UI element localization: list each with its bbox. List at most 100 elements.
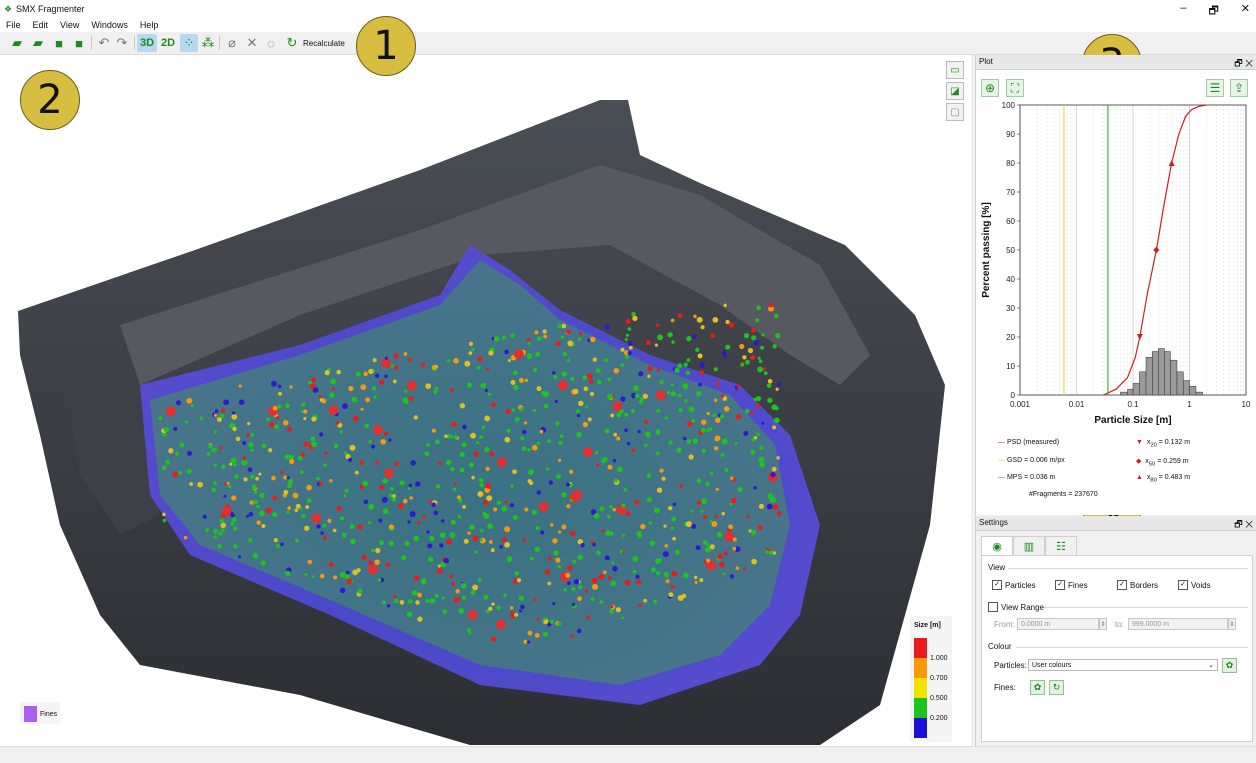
particle [592, 542, 596, 547]
eye-icon[interactable]: ◉ [981, 536, 1013, 556]
particle [406, 611, 413, 618]
particle [606, 514, 611, 519]
particle [316, 476, 320, 481]
frame-view-icon[interactable]: ▢ [946, 103, 964, 121]
3d-viewport[interactable]: ▭ ◪ ▢ Fines Size [m] 1.000 0.700 0.500 0… [0, 55, 971, 746]
view-range-checkbox[interactable]: View Range [988, 602, 1044, 612]
open-folder-icon[interactable]: ▰ [8, 34, 26, 52]
save-icon[interactable]: ■ [50, 34, 68, 52]
pit-model-render[interactable] [0, 55, 971, 746]
particle [280, 470, 284, 475]
particle [437, 568, 443, 574]
particle [453, 435, 458, 440]
plot-settings-icon[interactable]: ☰ [1206, 79, 1224, 97]
camera-icon[interactable]: ▭ [946, 61, 964, 79]
particle [276, 416, 280, 420]
particle [268, 421, 275, 428]
fines-palette-icon[interactable]: ✿ [1030, 680, 1045, 695]
particle [671, 570, 678, 577]
particle [372, 358, 377, 363]
menu-view[interactable]: View [60, 18, 79, 32]
toggle-view-icon[interactable]: ◪ [946, 82, 964, 100]
open-add-icon[interactable]: ▰ [29, 34, 47, 52]
lasso-icon[interactable]: ◌ [262, 34, 280, 52]
particles-checkbox[interactable]: ✓ Particles [992, 580, 1036, 590]
particle [408, 357, 412, 362]
range-to-spinner[interactable]: ⇕ [1228, 618, 1236, 630]
save-as-icon[interactable]: ■ [70, 34, 88, 52]
menu-help[interactable]: Help [140, 18, 159, 32]
particle [332, 528, 337, 533]
range-from-spinner[interactable]: ⇕ [1099, 618, 1107, 630]
checkbox-box [988, 602, 998, 612]
particle [746, 515, 750, 519]
particles-outline-icon[interactable]: ⁂ [199, 34, 217, 52]
particle [534, 546, 540, 553]
particle [770, 496, 777, 503]
particle [413, 575, 420, 581]
histogram-bar [1127, 388, 1134, 396]
recalculate-icon[interactable]: ↻ [283, 34, 301, 52]
particle [230, 521, 235, 526]
menu-edit[interactable]: Edit [33, 18, 49, 32]
menu-windows[interactable]: Windows [91, 18, 128, 32]
particle [316, 524, 321, 529]
particle [165, 406, 176, 417]
palette-icon[interactable]: ✿ [1222, 658, 1237, 673]
particle [420, 362, 426, 367]
reset-colour-icon[interactable]: ↻ [1049, 680, 1064, 695]
particle [273, 537, 278, 543]
particle [518, 609, 523, 613]
particle [646, 473, 652, 478]
particles-colour-select[interactable]: User colours ⌄ [1028, 659, 1218, 671]
particle [381, 600, 386, 605]
erase-icon[interactable]: ⌀ [223, 34, 241, 52]
particle [723, 551, 728, 556]
particle [510, 611, 514, 615]
2d-view-button[interactable]: 2D [158, 34, 178, 52]
fit-view-icon[interactable]: ⛶ [1006, 79, 1024, 97]
redo-icon[interactable]: ↷ [113, 34, 131, 52]
legend-x50-value: = 0.259 m [1155, 458, 1189, 465]
range-to-input[interactable]: 999.0000 m [1128, 618, 1228, 630]
y-tick-label: 90 [1006, 130, 1015, 139]
voids-checkbox[interactable]: ✓ Voids [1178, 580, 1211, 590]
particle [272, 495, 278, 501]
particle [533, 598, 537, 602]
particle [670, 526, 674, 530]
histogram-icon[interactable]: ▥ [1013, 536, 1045, 555]
undo-icon[interactable]: ↶ [95, 34, 113, 52]
particle [645, 340, 651, 346]
checkbox-box: ✓ [992, 580, 1002, 590]
particle [417, 592, 423, 598]
range-from-input[interactable]: 0.0000 m [1017, 618, 1099, 630]
fines-checkbox[interactable]: ✓ Fines [1055, 580, 1088, 590]
export-icon[interactable]: ⇪ [1230, 79, 1248, 97]
sliders-icon[interactable]: ☷ [1045, 536, 1077, 555]
zoom-in-icon[interactable]: ⊕ [981, 79, 999, 97]
settings-panel-controls[interactable]: 🗗 ✕ [1234, 517, 1253, 533]
plot-panel-controls[interactable]: 🗗 ✕ [1234, 56, 1253, 72]
particle [158, 416, 163, 421]
menu-file[interactable]: File [6, 18, 21, 32]
borders-checkbox[interactable]: ✓ Borders [1117, 580, 1158, 590]
3d-view-button[interactable]: 3D [137, 34, 157, 52]
particle [484, 388, 488, 392]
particle [493, 336, 500, 342]
particle [221, 408, 226, 413]
particles-filled-icon[interactable]: ⁘ [180, 34, 198, 52]
particle [186, 397, 193, 404]
particle [242, 441, 247, 445]
particle [463, 538, 469, 544]
particle [248, 538, 253, 543]
legend-fragments: #Fragments = 237670 [1029, 491, 1098, 498]
particle [659, 468, 664, 473]
particle [228, 423, 234, 429]
particle [571, 586, 576, 591]
size-bar-orange [914, 658, 927, 678]
recalculate-button-label[interactable]: Recalculate [303, 39, 345, 48]
particle [461, 442, 467, 448]
delete-icon[interactable]: ✕ [243, 34, 261, 52]
particle [655, 323, 660, 328]
particle [457, 597, 461, 601]
